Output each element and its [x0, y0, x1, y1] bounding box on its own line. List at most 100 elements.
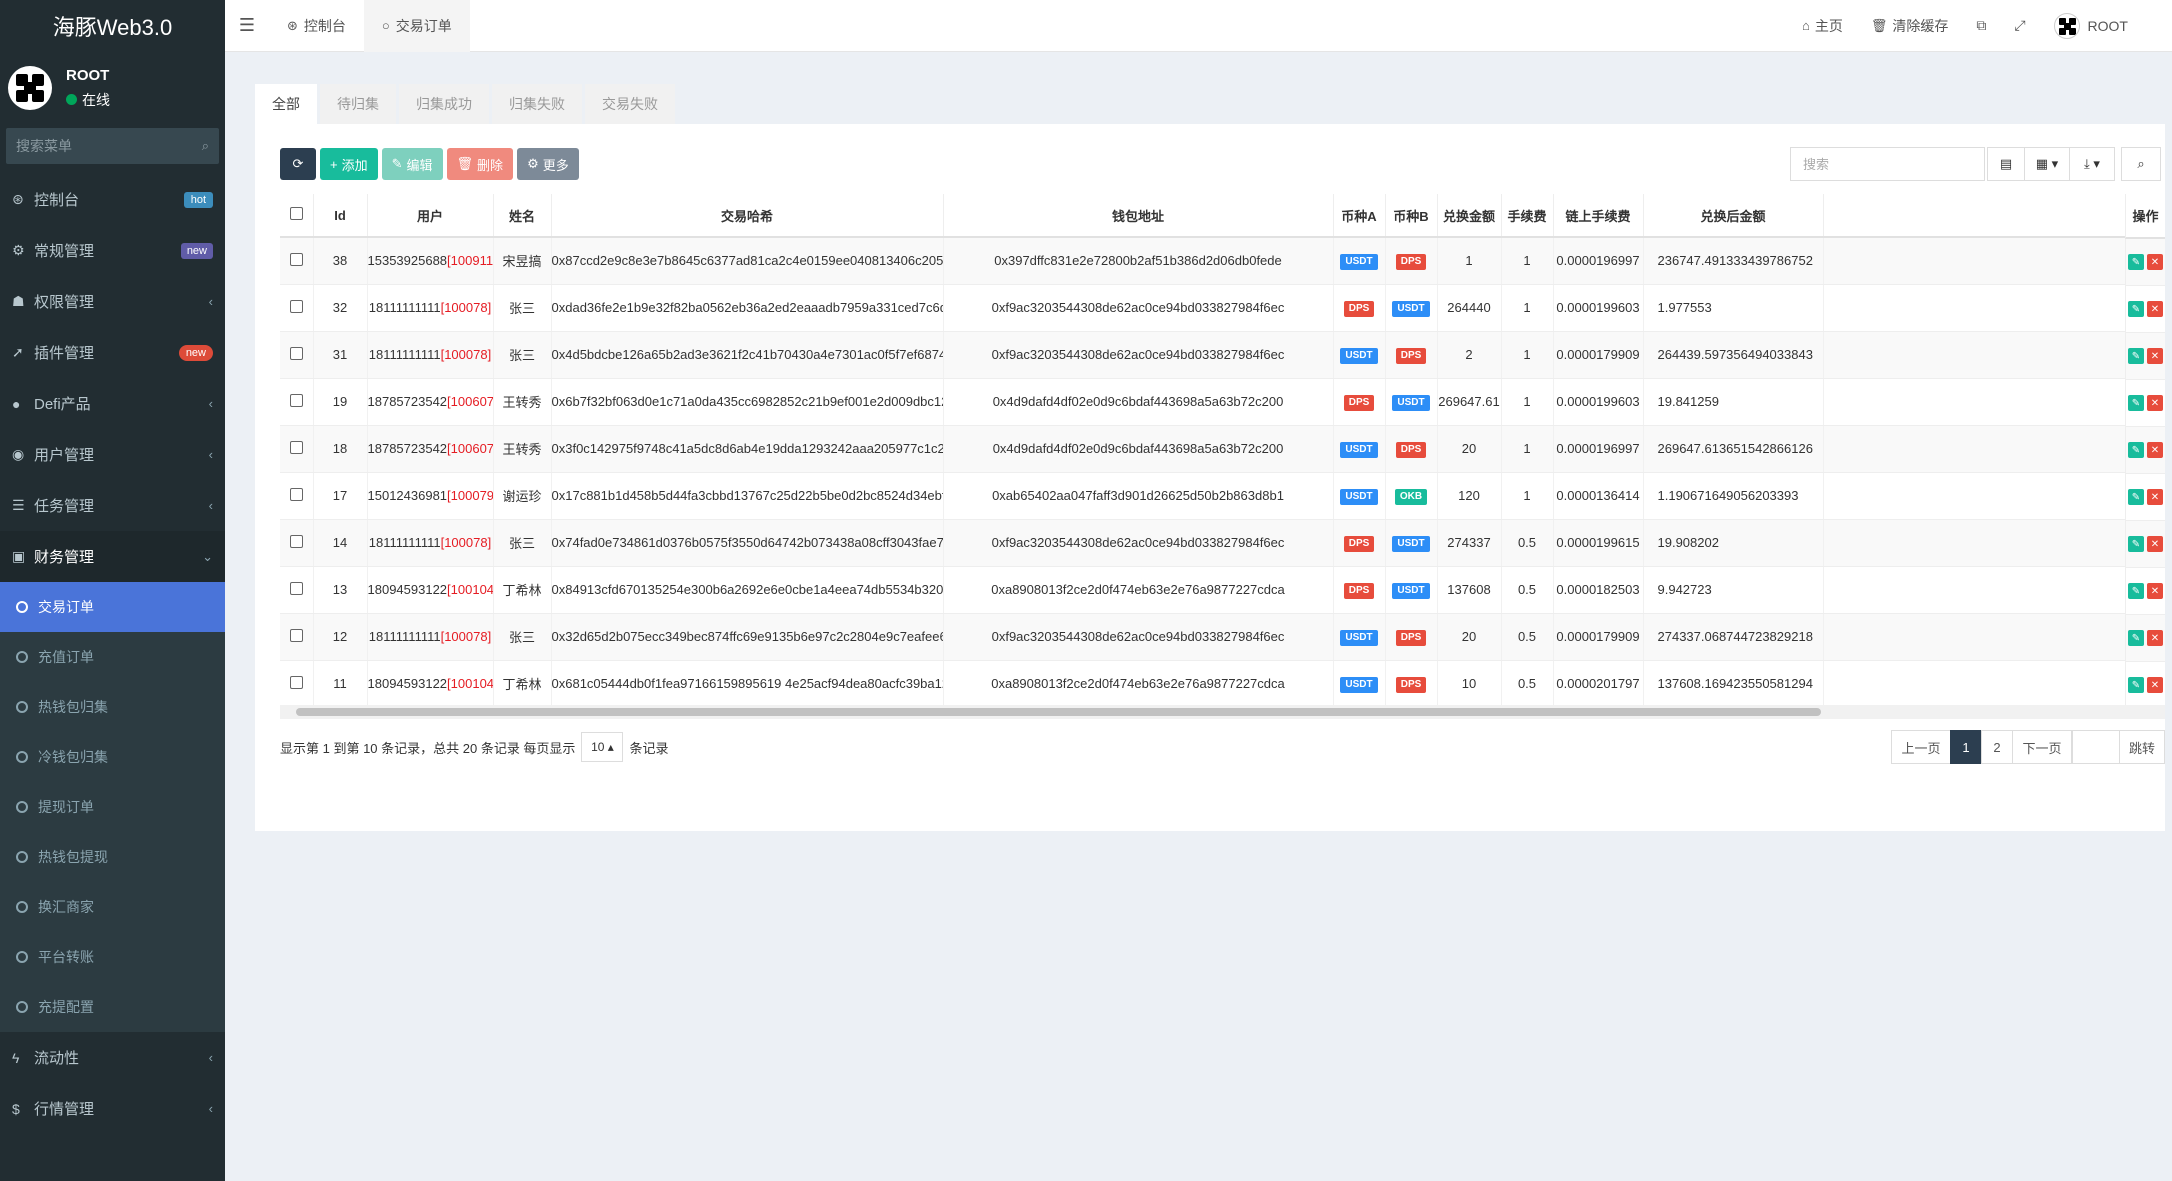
toggle-view-button[interactable]: ▤: [1987, 147, 2025, 181]
sidebar-item-2[interactable]: ☗ 权限管理 ‹: [0, 276, 225, 327]
user-id-link[interactable]: [100607]: [447, 394, 492, 409]
sidebar-subitem-7[interactable]: 平台转账: [0, 932, 225, 982]
edit-row-button[interactable]: ✎: [2128, 677, 2144, 693]
edit-row-button[interactable]: ✎: [2128, 348, 2144, 364]
column-header[interactable]: 链上手续费: [1553, 194, 1644, 238]
jump-page-input[interactable]: [2072, 730, 2120, 764]
filter-tab-2[interactable]: 归集成功: [399, 84, 489, 124]
delete-row-button[interactable]: ✕: [2147, 395, 2163, 411]
page-2-button[interactable]: 2: [1981, 730, 2013, 764]
user-id-link[interactable]: [100607]: [447, 441, 492, 456]
sidebar-subitem-6[interactable]: 换汇商家: [0, 882, 225, 932]
delete-row-button[interactable]: ✕: [2147, 348, 2163, 364]
sidebar-subitem-8[interactable]: 充提配置: [0, 982, 225, 1032]
column-header[interactable]: 钱包地址: [943, 194, 1334, 238]
edit-row-button[interactable]: ✎: [2128, 301, 2144, 317]
column-header[interactable]: 兑换金额: [1437, 194, 1502, 238]
select-all-checkbox[interactable]: [289, 207, 303, 220]
sidebar-item-1[interactable]: ⚙ 常规管理 new: [0, 225, 225, 276]
export-button[interactable]: ⤓ ▾: [2069, 147, 2115, 181]
column-header[interactable]: 币种B: [1385, 194, 1438, 238]
add-button[interactable]: + 添加: [320, 148, 378, 180]
sidebar-subitem-2[interactable]: 热钱包归集: [0, 682, 225, 732]
column-header[interactable]: Id: [313, 194, 368, 238]
row-checkbox[interactable]: [289, 628, 303, 642]
sidebar-bottom-item-0[interactable]: ϟ 流动性 ‹: [0, 1032, 225, 1083]
user-id-link[interactable]: [100078]: [441, 300, 492, 315]
filter-tab-3[interactable]: 归集失败: [492, 84, 582, 124]
prev-page-button[interactable]: 上一页: [1891, 730, 1951, 764]
edit-row-button[interactable]: ✎: [2128, 583, 2144, 599]
sidebar-subitem-4[interactable]: 提现订单: [0, 782, 225, 832]
row-checkbox[interactable]: [289, 487, 303, 501]
page-1-button[interactable]: 1: [1950, 730, 1982, 764]
sidebar-item-0[interactable]: ⊛ 控制台 hot: [0, 174, 225, 225]
delete-row-button[interactable]: ✕: [2147, 536, 2163, 552]
delete-button[interactable]: 🗑 删除: [446, 148, 514, 180]
row-checkbox[interactable]: [289, 440, 303, 454]
edit-row-button[interactable]: ✎: [2128, 489, 2144, 505]
jump-button[interactable]: 跳转: [2119, 730, 2165, 764]
app-logo[interactable]: 海豚Web3.0: [0, 0, 225, 52]
menu-toggle-icon[interactable]: ☰: [225, 15, 269, 36]
table-search-input[interactable]: [1803, 156, 1972, 172]
clear-cache-button[interactable]: 🗑 清除缓存: [1857, 16, 1963, 36]
sidebar-subitem-5[interactable]: 热钱包提现: [0, 832, 225, 882]
delete-row-button[interactable]: ✕: [2147, 442, 2163, 458]
filter-tab-4[interactable]: 交易失败: [585, 84, 675, 124]
column-header[interactable]: 币种A: [1333, 194, 1386, 238]
edit-row-button[interactable]: ✎: [2128, 630, 2144, 646]
more-button[interactable]: ⚙ 更多: [517, 148, 579, 180]
edit-row-button[interactable]: ✎: [2128, 536, 2144, 552]
edit-row-button[interactable]: ✎: [2128, 442, 2144, 458]
column-header[interactable]: 手续费: [1501, 194, 1554, 238]
row-checkbox[interactable]: [289, 346, 303, 360]
sidebar-item-5[interactable]: ◉ 用户管理 ‹: [0, 429, 225, 480]
search-icon[interactable]: ⌕: [202, 138, 209, 154]
edit-row-button[interactable]: ✎: [2128, 395, 2144, 411]
next-page-button[interactable]: 下一页: [2012, 730, 2072, 764]
columns-button[interactable]: ▦ ▾: [2024, 147, 2070, 181]
user-id-link[interactable]: [100078]: [441, 535, 492, 550]
edit-button[interactable]: ✎ 编辑: [381, 148, 443, 180]
fullscreen-button[interactable]: ⤢: [2000, 17, 2039, 34]
user-menu[interactable]: ROOT: [2040, 12, 2142, 39]
row-checkbox[interactable]: [289, 299, 303, 313]
delete-row-button[interactable]: ✕: [2147, 254, 2163, 270]
column-header[interactable]: 姓名: [493, 194, 552, 238]
sidebar-subitem-3[interactable]: 冷钱包归集: [0, 732, 225, 782]
translate-button[interactable]: ⧉: [1962, 17, 2000, 34]
filter-tab-0[interactable]: 全部: [255, 84, 317, 124]
delete-row-button[interactable]: ✕: [2147, 677, 2163, 693]
delete-row-button[interactable]: ✕: [2147, 583, 2163, 599]
row-checkbox[interactable]: [289, 534, 303, 548]
sidebar-item-7[interactable]: ▣ 财务管理 ⌄: [0, 531, 225, 582]
row-checkbox[interactable]: [289, 393, 303, 407]
edit-row-button[interactable]: ✎: [2128, 254, 2144, 270]
sidebar-subitem-0[interactable]: 交易订单: [0, 582, 225, 632]
delete-row-button[interactable]: ✕: [2147, 489, 2163, 505]
user-id-link[interactable]: [100078]: [441, 629, 492, 644]
user-id-link[interactable]: [100104]: [447, 582, 492, 597]
sidebar-item-6[interactable]: ☰ 任务管理 ‹: [0, 480, 225, 531]
home-link[interactable]: ⌂ 主页: [1788, 16, 1857, 36]
tab-transaction-orders[interactable]: ○ 交易订单: [363, 0, 470, 52]
user-id-link[interactable]: [100079]: [447, 488, 492, 503]
row-checkbox[interactable]: [289, 252, 303, 266]
column-header[interactable]: 兑换后金额: [1643, 194, 1824, 238]
user-id-link[interactable]: [100104]: [447, 676, 492, 691]
sidebar-subitem-1[interactable]: 充值订单: [0, 632, 225, 682]
delete-row-button[interactable]: ✕: [2147, 301, 2163, 317]
row-checkbox[interactable]: [289, 581, 303, 595]
page-size-select[interactable]: 10 ▴: [581, 732, 624, 762]
scrollbar-thumb[interactable]: [296, 708, 1821, 716]
column-header[interactable]: 用户: [367, 194, 494, 238]
refresh-button[interactable]: ⟳: [280, 148, 316, 180]
sidebar-item-4[interactable]: ● Defi产品 ‹: [0, 378, 225, 429]
delete-row-button[interactable]: ✕: [2147, 630, 2163, 646]
sidebar-bottom-item-1[interactable]: $ 行情管理 ‹: [0, 1083, 225, 1134]
column-header[interactable]: 交易哈希: [551, 194, 944, 238]
user-id-link[interactable]: [100911]: [447, 253, 492, 268]
horizontal-scrollbar[interactable]: [280, 705, 2165, 719]
tab-dashboard[interactable]: ⊛ 控制台: [269, 0, 364, 52]
